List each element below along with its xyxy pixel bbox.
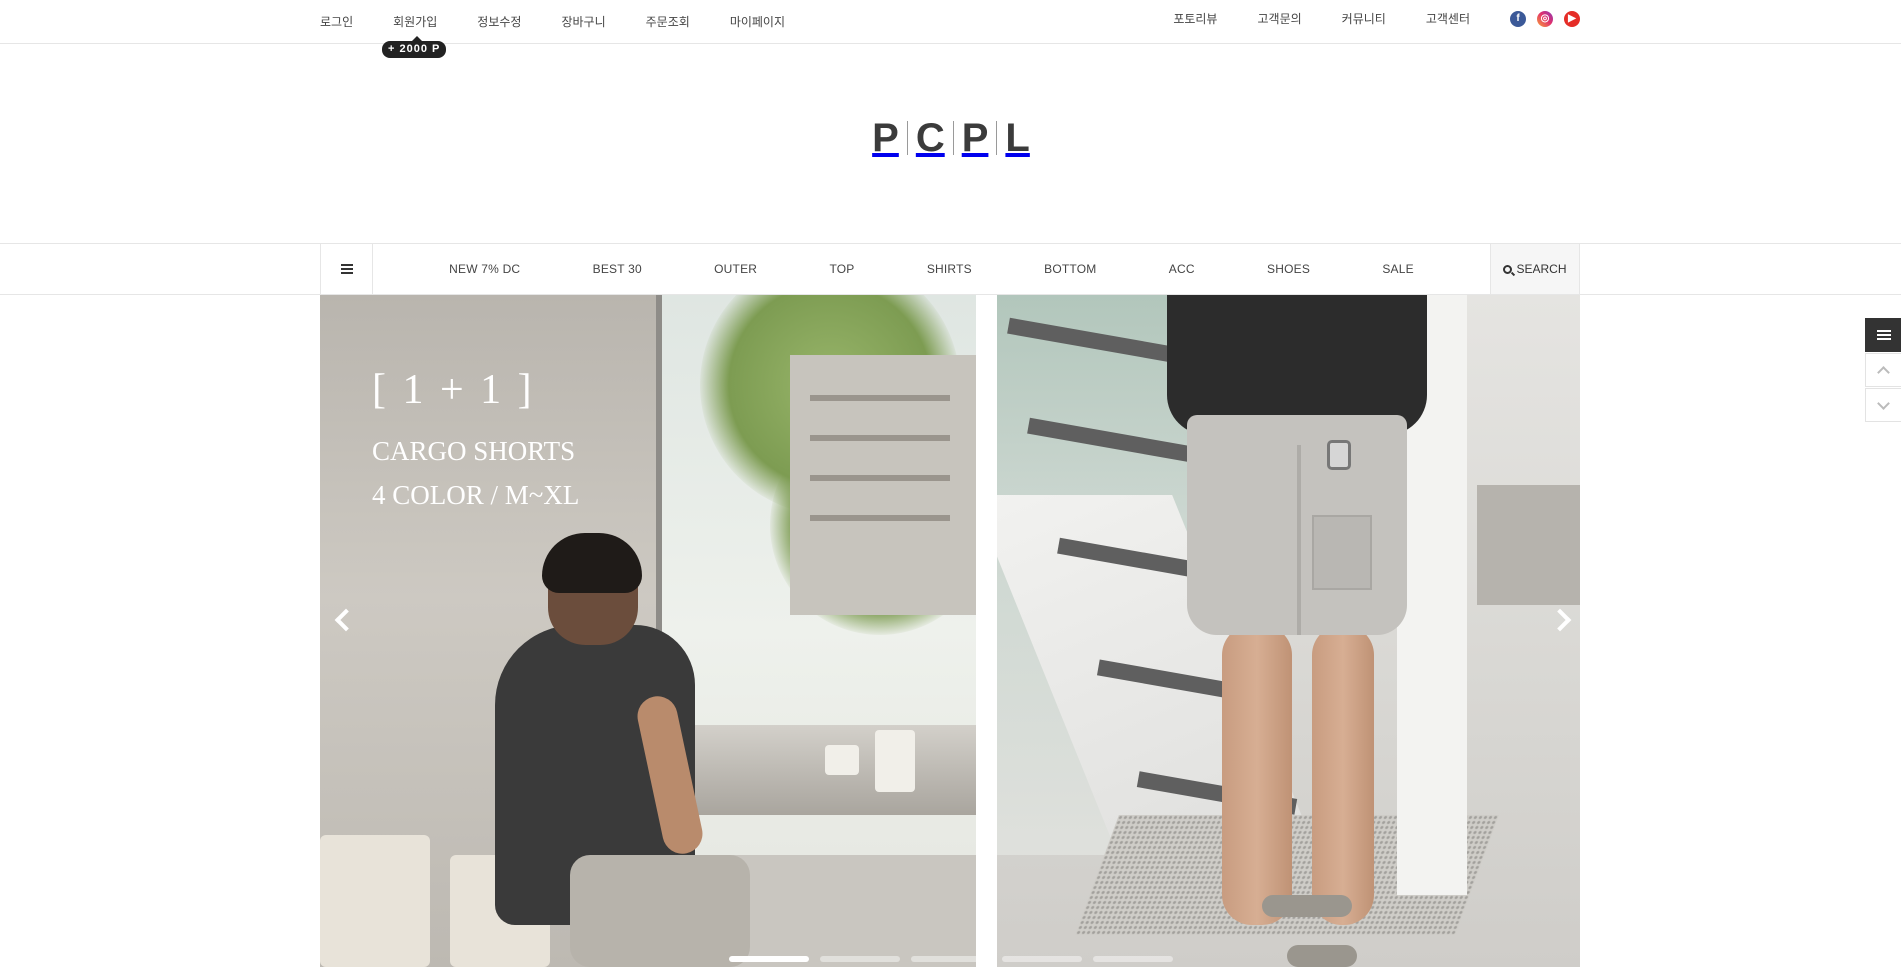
hero-caption: [ 1 + 1 ] CARGO SHORTS 4 COLOR / M~XL: [372, 365, 579, 517]
category-list: NEW 7% DC BEST 30 OUTER TOP SHIRTS BOTTO…: [373, 244, 1490, 294]
category-new[interactable]: NEW 7% DC: [449, 262, 520, 276]
search-label: SEARCH: [1516, 262, 1567, 276]
service-nav: 포토리뷰 고객문의 커뮤니티 고객센터 f ◎ ▶: [1173, 10, 1580, 27]
signup-link[interactable]: 회원가입: [393, 13, 437, 30]
photo-review-link[interactable]: 포토리뷰: [1173, 10, 1217, 27]
slider-dot[interactable]: [911, 956, 991, 962]
logo-divider: [952, 121, 954, 155]
logo-divider: [996, 121, 998, 155]
slider-dot[interactable]: [729, 956, 809, 962]
slider-next-button[interactable]: [1548, 605, 1572, 635]
top-utility-bar: 로그인 회원가입 정보수정 장바구니 주문조회 마이페이지 포토리뷰 고객문의 …: [0, 0, 1901, 44]
chevron-up-icon: [1877, 365, 1890, 379]
order-lookup-link[interactable]: 주문조회: [646, 13, 690, 30]
hero-product-name: CARGO SHORTS: [372, 436, 576, 466]
customer-inquiry-link[interactable]: 고객문의: [1257, 10, 1301, 27]
slider-dot[interactable]: [1093, 956, 1173, 962]
facebook-icon[interactable]: f: [1510, 10, 1526, 27]
category-shirts[interactable]: SHIRTS: [927, 262, 972, 276]
quick-side-panel: [1865, 318, 1901, 423]
category-best[interactable]: BEST 30: [593, 262, 642, 276]
hamburger-icon: [340, 264, 353, 274]
quick-menu-button[interactable]: [1865, 318, 1901, 352]
chevron-down-icon: [1877, 396, 1890, 410]
account-nav: 로그인 회원가입 정보수정 장바구니 주문조회 마이페이지: [320, 13, 825, 30]
hero-promo-line: [ 1 + 1 ]: [372, 367, 535, 413]
category-top[interactable]: TOP: [829, 262, 854, 276]
customer-center-link[interactable]: 고객센터: [1426, 10, 1470, 27]
category-bottom[interactable]: BOTTOM: [1044, 262, 1096, 276]
category-outer[interactable]: OUTER: [714, 262, 757, 276]
scroll-top-button[interactable]: [1865, 353, 1901, 387]
community-link[interactable]: 커뮤니티: [1342, 10, 1386, 27]
logo-letter: L: [1005, 115, 1030, 160]
logo-divider: [906, 121, 908, 155]
logo-letter: C: [915, 115, 945, 160]
login-link[interactable]: 로그인: [320, 13, 353, 30]
signup-point-badge: + 2000 P: [382, 36, 447, 58]
slider-dot[interactable]: [1002, 956, 1082, 962]
category-acc[interactable]: ACC: [1169, 262, 1195, 276]
search-button[interactable]: SEARCH: [1490, 244, 1579, 294]
hero-banner[interactable]: [ 1 + 1 ] CARGO SHORTS 4 COLOR / M~XL: [320, 295, 1580, 967]
slider-pagination: [729, 956, 1184, 962]
hero-image-right: [997, 295, 1580, 967]
slider-prev-button[interactable]: [334, 605, 358, 635]
youtube-icon[interactable]: ▶: [1564, 10, 1580, 27]
category-nav: NEW 7% DC BEST 30 OUTER TOP SHIRTS BOTTO…: [0, 243, 1901, 295]
chevron-left-icon: [334, 608, 358, 632]
category-shoes[interactable]: SHOES: [1267, 262, 1310, 276]
category-sale[interactable]: SALE: [1382, 262, 1414, 276]
hero-product-options: 4 COLOR / M~XL: [372, 480, 580, 510]
chevron-right-icon: [1548, 608, 1572, 632]
instagram-icon[interactable]: ◎: [1537, 10, 1553, 27]
logo-letter: P: [872, 115, 899, 160]
search-icon: [1503, 264, 1513, 274]
logo-letter: P: [961, 115, 989, 160]
site-logo[interactable]: P C P L: [870, 115, 1032, 160]
category-menu-button[interactable]: [321, 244, 373, 294]
slider-dot[interactable]: [820, 956, 900, 962]
cart-link[interactable]: 장바구니: [561, 13, 605, 30]
mypage-link[interactable]: 마이페이지: [730, 13, 785, 30]
scroll-bottom-button[interactable]: [1865, 388, 1901, 422]
hamburger-icon: [1876, 330, 1891, 340]
edit-profile-link[interactable]: 정보수정: [477, 13, 521, 30]
